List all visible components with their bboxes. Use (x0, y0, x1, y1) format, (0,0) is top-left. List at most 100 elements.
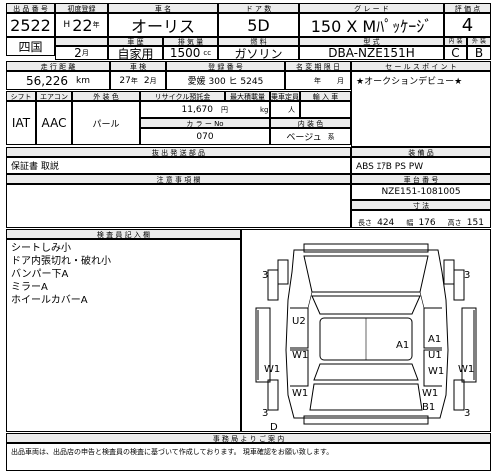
attention-box (6, 184, 351, 228)
owner-year-unit: 年 (314, 76, 321, 85)
mark-hood: U2 (292, 316, 306, 327)
mark-u1: U1 (428, 350, 442, 361)
month-unit: 月 (81, 49, 89, 57)
left-front-door (290, 307, 309, 349)
first-registration-month: 2 月 (55, 46, 108, 60)
front-right-tire (453, 269, 465, 301)
header-car-name: 車 名 (108, 3, 218, 13)
hood (303, 255, 429, 293)
model-value: DBA-NZE151H (299, 46, 444, 60)
inspector-note: ドア内張切れ・破れ小 (11, 256, 111, 267)
header-first-reg: 初度登録 (55, 3, 108, 13)
width-label: 幅 (406, 218, 414, 227)
header-plate: 登 録 番 号 (166, 61, 285, 71)
displacement-number: 1500 (169, 46, 201, 60)
interior-color-value: ベージュ 系 (270, 128, 351, 145)
score-value: 4 (444, 13, 491, 37)
header-recycle: リサイクル預託金 (140, 91, 225, 101)
header-riders: 乗車定員 (270, 91, 300, 101)
header-import: 輸 入 車 (300, 91, 351, 101)
car-diagram: 3 3 3 3 U2 W1 W1 A1 A1 U1 W1 W1 W1 B1 W1… (255, 243, 477, 433)
inspection-value: 27 年 2 月 (110, 71, 166, 90)
interior-color-text: ベージュ (286, 133, 322, 143)
grade-value: 150 X Mﾊﾟｯｹｰｼﾞ (299, 13, 444, 37)
mileage-number: 56,226 (26, 73, 68, 88)
length-value: 424 (377, 217, 395, 228)
front-bumper (303, 243, 429, 253)
header-model: 型 式 (299, 37, 444, 46)
header-interior: 内 装 (444, 37, 467, 46)
owner-deadline: 年 月 (285, 71, 351, 90)
equipment-value: ABS ｴｱB PS PW (351, 157, 491, 174)
header-score: 評 価 点 (444, 3, 491, 13)
header-equipment: 装 備 品 (351, 147, 491, 157)
rear-bumper (303, 415, 429, 425)
header-usage: 車 歴 (108, 37, 163, 46)
footer-text: 出品車両は、出品店の申告と検査員の検査に基づいて作成しております。 現車確認をお… (6, 443, 491, 471)
left-mirror (277, 259, 289, 285)
header-attention: 注 意 事 項 欄 (6, 174, 351, 184)
displacement-unit: cc (203, 49, 212, 57)
rear-left-tire (267, 379, 279, 411)
mark-bottom-d: D (270, 422, 278, 431)
fuel-value: ガソリン (218, 46, 299, 60)
header-displacement: 排 気 量 (163, 37, 218, 46)
parts-value: 保証書 取説 (6, 157, 351, 174)
exterior-grade: B (467, 46, 491, 60)
inspection-year-unit: 年 (130, 76, 138, 85)
header-fuel: 燃 料 (218, 37, 299, 46)
interior-grade: C (444, 46, 467, 60)
height-label: 高さ (447, 218, 462, 227)
recycle-unit: 円 (221, 105, 228, 114)
header-doors: ド ア 数 (218, 3, 299, 13)
header-blank (55, 37, 108, 46)
mileage-unit: km (76, 75, 90, 86)
chassis-value: NZE151-1081005 (351, 184, 491, 200)
mark-left-panel: W1 (264, 364, 280, 375)
aircon-value: AAC (36, 101, 72, 145)
riders-value: 人 (270, 101, 300, 118)
shift-value: IAT (6, 101, 36, 145)
mileage-value: 56,226 km (6, 71, 110, 90)
header-sales-point: セ ー ル ス ポ イ ン ト (351, 61, 491, 71)
dims-value: 長さ 424 幅 176 高さ 151 (351, 210, 491, 228)
length-label: 長さ (358, 218, 373, 227)
header-aircon: エアコン (36, 91, 72, 101)
sales-point-text: ★オークションデビュー★ (356, 77, 463, 87)
header-footer: 事 務 局 よ り ご 案 内 (6, 433, 491, 443)
color-no-value: 070 (140, 128, 270, 145)
inspector-note: ホイールカバーA (11, 295, 88, 306)
month-value: 2 (74, 46, 82, 60)
mark-a1-mid: A1 (428, 334, 441, 345)
trunk (309, 383, 423, 411)
header-grade: グ レ ー ド (299, 3, 444, 13)
year-unit: 年 (92, 21, 100, 29)
rear-right-tire (453, 379, 465, 411)
header-inspection: 車 検 (110, 61, 166, 71)
riders-unit: 人 (288, 105, 295, 114)
inspector-note: ミラーA (11, 282, 48, 293)
owner-month-unit: 月 (337, 76, 344, 85)
sales-point-box: ★オークションデビュー★ (351, 71, 491, 147)
car-name: オーリス (108, 13, 218, 37)
mark-rear-right-b1: B1 (422, 402, 435, 413)
displacement-value: 1500 cc (163, 46, 218, 60)
region: 四国 (6, 37, 55, 56)
mark-left-lower: W1 (292, 388, 308, 399)
mark-front-right: 3 (464, 270, 470, 281)
rear-glass (313, 363, 419, 381)
width-value: 176 (418, 217, 436, 228)
front-left-tire (267, 269, 279, 301)
inspector-note: シートしみ小 (11, 243, 71, 254)
header-owner: 名 変 期 限 日 (285, 61, 351, 71)
height-value: 151 (466, 217, 484, 228)
mark-right-panel: W1 (458, 364, 474, 375)
mark-left-door: W1 (292, 350, 308, 361)
header-shift: シフト (6, 91, 36, 101)
header-interior-color: 内 装 色 (270, 118, 351, 128)
recycle-fee: 11,670 (181, 104, 214, 115)
windshield (311, 295, 421, 315)
max-load-unit: kg (260, 105, 269, 114)
recycle-row: 11,670 円 kg (140, 101, 270, 118)
mark-front-left: 3 (262, 270, 268, 281)
